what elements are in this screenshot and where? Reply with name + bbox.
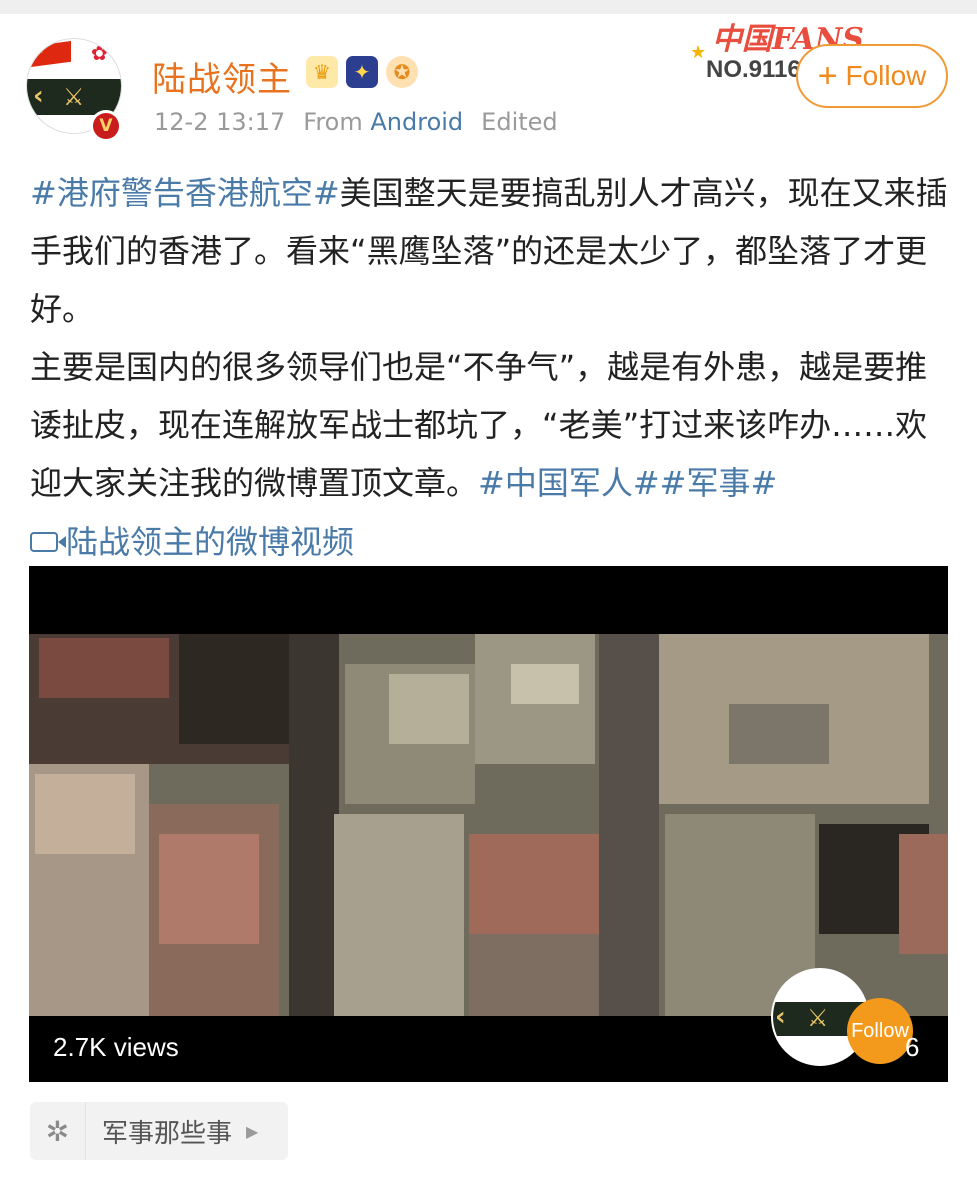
user-badges: ♛ ✦ ✪ — [306, 56, 418, 88]
emblem-icon: ⚔ — [807, 1004, 829, 1032]
rooftop — [469, 834, 599, 934]
rooftop — [729, 704, 829, 764]
post-source: From Android — [303, 108, 463, 136]
rooftop — [35, 774, 135, 854]
verified-badge-icon: V — [90, 110, 122, 142]
follow-label: Follow — [845, 60, 927, 91]
view-count: 2.7K views — [53, 1032, 179, 1062]
rooftop — [179, 634, 299, 744]
rooftop — [389, 674, 469, 744]
chevron-right-icon: ▶ — [246, 1121, 259, 1141]
post-content: #港府警告香港航空#美国整天是要搞乱别人才高兴，现在又来插手我们的香港了。看来“… — [30, 164, 950, 571]
medal-badge-icon[interactable]: ✪ — [386, 56, 418, 88]
chevron-insignia-icon: ‹ — [775, 1002, 786, 1032]
post-time: 12-2 13:17 — [154, 108, 286, 136]
street — [289, 634, 339, 1016]
star-badge-icon[interactable]: ✦ — [346, 56, 378, 88]
crown-badge-icon[interactable]: ♛ — [306, 56, 338, 88]
hashtag-link[interactable]: #军事# — [660, 464, 778, 502]
rooftop — [899, 834, 948, 954]
rooftop — [39, 638, 169, 698]
username[interactable]: 陆战领主 — [152, 52, 292, 101]
fans-badge-number: NO.9116 — [706, 56, 801, 83]
post-paragraph-1: #港府警告香港航空#美国整天是要搞乱别人才高兴，现在又来插手我们的香港了。看来“… — [30, 164, 950, 338]
plus-icon: + — [817, 57, 838, 95]
street — [599, 634, 659, 1016]
post-paragraph-3: 陆战领主的微博视频 — [30, 512, 950, 571]
video-camera-icon — [30, 532, 66, 552]
video-link[interactable]: 陆战领主的微博视频 — [30, 513, 354, 571]
ribbon-icon: ✿ — [91, 41, 108, 65]
video-frame — [29, 634, 948, 1016]
follow-button[interactable]: + Follow — [796, 44, 948, 108]
video-count: 6 — [905, 1032, 920, 1062]
flag-star-icon: ★ — [35, 43, 45, 56]
emblem-icon: ⚔ — [63, 83, 85, 111]
rooftop — [334, 814, 464, 1016]
post-meta: 12-2 13:17 From Android Edited — [154, 108, 558, 136]
video-follow-button[interactable]: Follow — [847, 998, 913, 1064]
topic-label: 军事那些事 — [102, 1118, 233, 1149]
source-label[interactable]: Android — [370, 108, 463, 136]
rooftop — [469, 934, 599, 1016]
rooftop — [511, 664, 579, 704]
post-paragraph-2: 主要是国内的很多领导们也是“不争气”，越是有外患，越是要推诿扯皮，现在连解放军战… — [30, 338, 950, 512]
from-label: From — [303, 108, 363, 136]
topic-dots-icon: ✲ — [30, 1102, 86, 1160]
hashtag-link[interactable]: #港府警告香港航空# — [30, 174, 340, 212]
rooftop — [159, 834, 259, 944]
edited-label[interactable]: Edited — [481, 108, 557, 136]
hashtag-link[interactable]: #中国军人# — [478, 464, 660, 502]
video-link-label: 陆战领主的微博视频 — [66, 523, 355, 561]
chevron-insignia-icon: ‹ — [33, 81, 44, 111]
user-avatar[interactable]: ★ ✿ ‹ ⚔ V — [26, 38, 124, 142]
topic-chip[interactable]: ✲ 军事那些事 ▶ — [30, 1102, 288, 1160]
top-divider — [0, 0, 977, 14]
fans-star-icon: ★ — [690, 42, 707, 63]
video-player[interactable]: 2.7K views ‹ ⚔ Follow 6 — [29, 566, 948, 1082]
